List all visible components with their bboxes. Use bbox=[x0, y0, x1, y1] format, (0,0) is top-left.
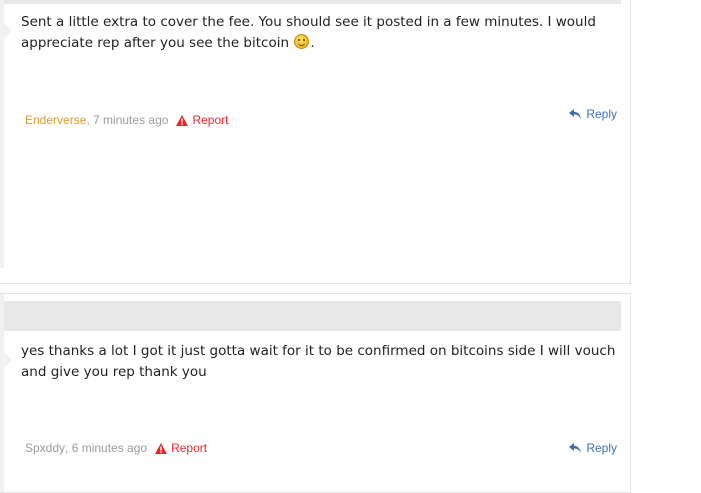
post-header-bar bbox=[0, 301, 621, 331]
reply-button[interactable]: Reply bbox=[569, 106, 617, 122]
post-body-text: Sent a little extra to cover the fee. Yo… bbox=[21, 14, 596, 51]
warning-icon bbox=[176, 114, 189, 126]
post-left-strip bbox=[0, 0, 4, 268]
report-label: Report bbox=[192, 113, 229, 127]
smile-emoji-icon bbox=[294, 34, 310, 49]
post-meta: Enderverse , 7 minutes ago Report bbox=[25, 112, 228, 128]
reply-button[interactable]: Reply bbox=[569, 440, 617, 456]
post-body: yes thanks a lot I got it just gotta wai… bbox=[21, 343, 616, 380]
post-body-text-end: . bbox=[310, 35, 315, 51]
report-button[interactable]: Report bbox=[176, 112, 228, 128]
author-link[interactable]: Spxddy bbox=[25, 440, 65, 456]
post-timestamp: , 6 minutes ago bbox=[65, 441, 148, 455]
post-header-bar bbox=[0, 0, 621, 4]
post-body: Sent a little extra to cover the fee. Yo… bbox=[21, 12, 621, 54]
author-link[interactable]: Enderverse bbox=[25, 112, 86, 128]
post: yes thanks a lot I got it just gotta wai… bbox=[0, 293, 631, 493]
report-label: Report bbox=[171, 441, 208, 455]
reply-arrow-icon bbox=[569, 109, 582, 119]
post-pointer bbox=[4, 352, 12, 368]
reply-label: Reply bbox=[586, 441, 617, 455]
reply-label: Reply bbox=[586, 107, 617, 121]
post: Sent a little extra to cover the fee. Yo… bbox=[0, 0, 631, 284]
warning-icon bbox=[155, 442, 168, 454]
post-timestamp: , 7 minutes ago bbox=[86, 113, 169, 127]
post-pointer bbox=[4, 23, 12, 39]
post-meta: Spxddy , 6 minutes ago Report bbox=[25, 440, 207, 456]
post-left-strip bbox=[0, 294, 4, 492]
reply-arrow-icon bbox=[569, 443, 582, 453]
report-button[interactable]: Report bbox=[155, 440, 207, 456]
